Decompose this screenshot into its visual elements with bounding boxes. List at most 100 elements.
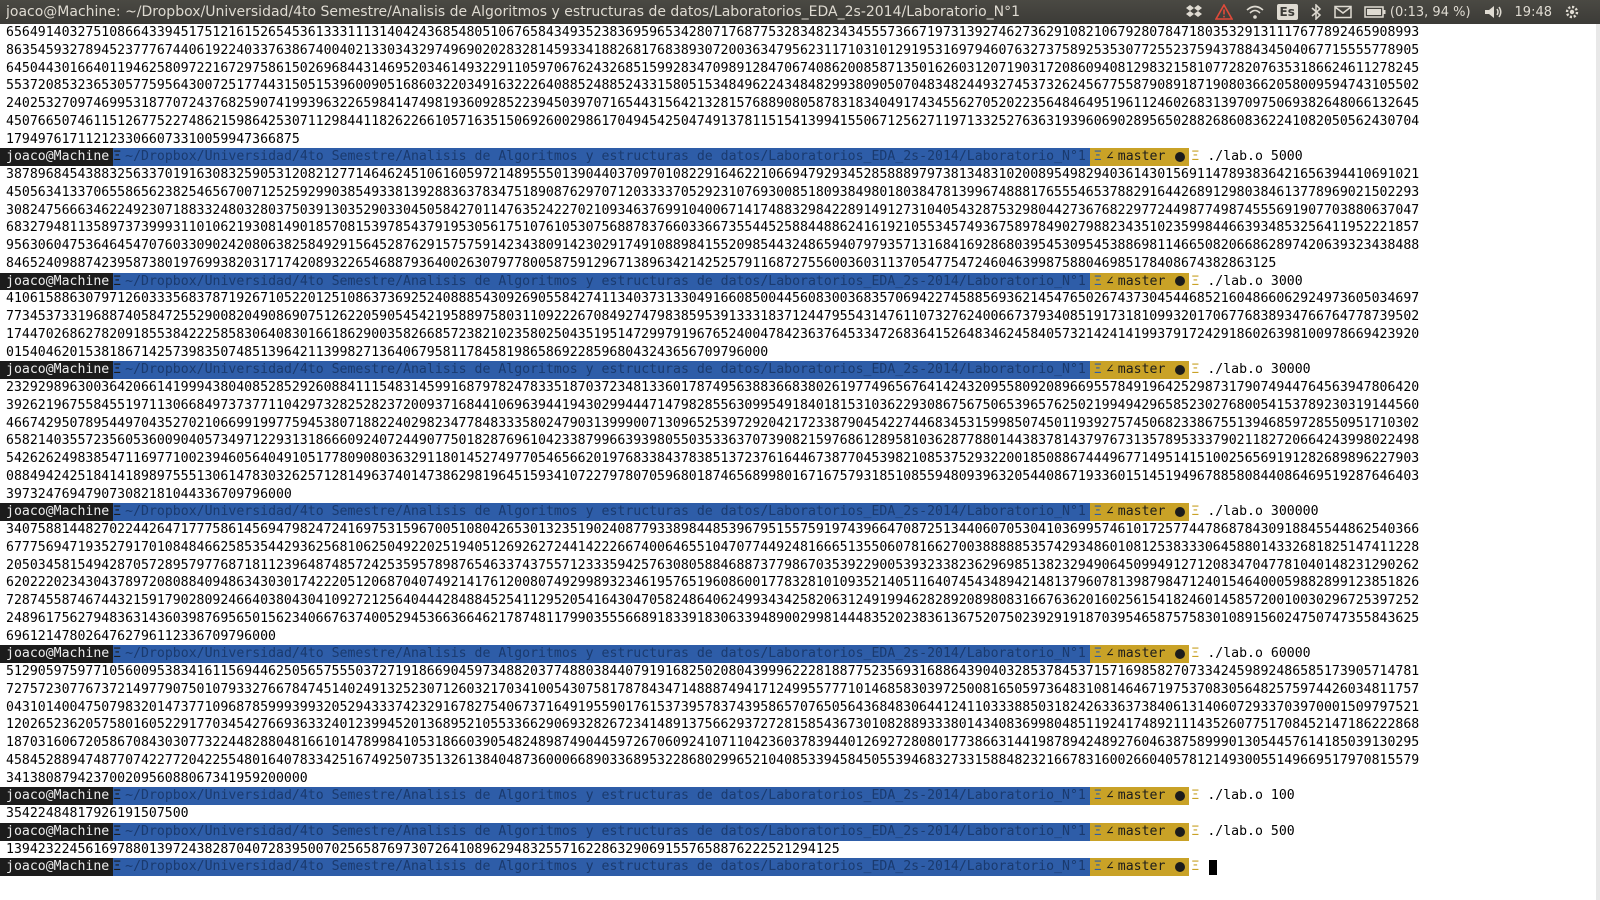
prompt-separator: Ξ — [113, 148, 126, 166]
prompt-separator: Ξ — [113, 787, 126, 805]
output-line: 2489617562794836314360398769565015623406… — [6, 610, 1420, 626]
prompt-path-segment: Ξ ~/Dropbox/Universidad/4to Semestre/Anal… — [113, 272, 1090, 291]
dropbox-icon[interactable] — [1185, 0, 1203, 24]
mail-icon[interactable] — [1334, 0, 1352, 24]
prompt-user: joaco@Machine — [0, 787, 114, 805]
prompt-git-segment: Ξ ∠ master — [1089, 645, 1190, 663]
output-line: 4106158863079712603335683787192671052201… — [6, 291, 1420, 307]
git-status-icon — [1175, 507, 1186, 518]
output-line: 2050345815494287057289579776871811239648… — [6, 557, 1420, 573]
prompt-path: ~/Dropbox/Universidad/4to Semestre/Anali… — [125, 646, 1086, 662]
keyboard-icon[interactable]: Es — [1276, 0, 1298, 24]
output-line: 8465240988742395873801976993820317174208… — [6, 255, 1277, 271]
prompt-git-segment: Ξ ∠ master — [1089, 361, 1190, 379]
indicator-area: Es (0:13, 94 %) 19:48 — [1185, 0, 1600, 24]
branch-icon: ∠ — [1105, 859, 1114, 875]
prompt-separator: Ξ — [113, 858, 126, 876]
branch-icon: ∠ — [1105, 362, 1114, 378]
prompt-git-segment: Ξ ∠ master — [1089, 503, 1190, 521]
output-line: 0154046201538186714257398350748513964211… — [6, 344, 769, 360]
prompt-user: joaco@Machine — [0, 822, 114, 841]
top-panel: joaco@Machine: ~/Dropbox/Universidad/4to… — [0, 0, 1600, 24]
alert-icon[interactable] — [1214, 0, 1233, 24]
prompt-separator: Ξ — [1191, 362, 1200, 378]
prompt-separator: Ξ — [1191, 823, 1200, 839]
prompt-line: joaco@Machine Ξ ~/Dropbox/Universidad/4to … — [0, 361, 1600, 379]
prompt-separator: Ξ — [1093, 823, 1102, 839]
prompt-line: joaco@Machine Ξ ~/Dropbox/Universidad/4to … — [0, 787, 1600, 805]
output-line: 34138087942370020956088067341959200000 — [6, 770, 308, 786]
git-status-icon — [1175, 276, 1186, 287]
output-line: 2402532709746995318770724376825907419939… — [6, 96, 1420, 111]
output-line: 0884942425184141898975551306147830326257… — [6, 468, 1420, 484]
prompt-separator: Ξ — [1191, 273, 1200, 289]
window-title: joaco@Machine: ~/Dropbox/Universidad/4to… — [6, 4, 1021, 20]
prompt-separator: Ξ — [1093, 504, 1102, 520]
branch-icon: ∠ — [1105, 504, 1114, 520]
terminal-cursor — [1209, 859, 1218, 875]
bluetooth-icon[interactable] — [1310, 0, 1322, 24]
prompt-git-segment: Ξ ∠ master — [1089, 272, 1190, 291]
prompt-path-segment: Ξ ~/Dropbox/Universidad/4to Semestre/Anal… — [113, 361, 1090, 379]
prompt-path: ~/Dropbox/Universidad/4to Semestre/Anali… — [125, 823, 1086, 839]
prompt-separator: Ξ — [113, 822, 126, 841]
output-line: 2329298963003642066141999438040852852926… — [6, 380, 1420, 395]
prompt-user: joaco@Machine — [0, 272, 114, 291]
output-line: 5537208532365305775956430072517744315051… — [6, 78, 1420, 94]
wifi-icon[interactable] — [1245, 0, 1265, 24]
prompt-git-segment: Ξ ∠ master — [1089, 822, 1190, 841]
prompt-path: ~/Dropbox/Universidad/4to Semestre/Anali… — [125, 362, 1086, 378]
output-line: 1870316067205867084303077322448288048166… — [6, 735, 1420, 750]
prompt-path-segment: Ξ ~/Dropbox/Universidad/4to Semestre/Anal… — [113, 148, 1090, 166]
terminal-output[interactable]: 6564914032751086643394517512161526545361… — [0, 24, 1600, 900]
prompt-user: joaco@Machine — [0, 645, 114, 663]
volume-icon[interactable] — [1483, 0, 1503, 24]
output-line: 3926219675584551971130668497373771104297… — [6, 397, 1420, 413]
keyboard-layout-label: Es — [1276, 4, 1298, 20]
prompt-path-segment: Ξ ~/Dropbox/Universidad/4to Semestre/Anal… — [113, 645, 1090, 663]
output-line: 3082475666346224923071883324803280375039… — [6, 202, 1420, 218]
output-line: 4505634133706558656238254656700712525929… — [6, 184, 1420, 200]
command-text: ./lab.o 100 — [1207, 788, 1295, 804]
command-text: ./lab.o 3000 — [1207, 273, 1303, 289]
output-line: 6582140355723560536009040573497122931318… — [6, 433, 1420, 449]
command-text: ./lab.o 5000 — [1207, 149, 1303, 165]
battery-indicator[interactable]: (0:13, 94 %) — [1364, 0, 1471, 24]
git-branch: master — [1117, 823, 1166, 839]
command-text: ./lab.o 500 — [1207, 823, 1295, 839]
git-branch: master — [1117, 504, 1166, 520]
output-line: 6564914032751086643394517512161526545361… — [6, 25, 1420, 40]
prompt-path: ~/Dropbox/Universidad/4to Semestre/Anali… — [125, 504, 1086, 520]
prompt-separator: Ξ — [1093, 859, 1102, 875]
prompt-separator: Ξ — [1093, 788, 1102, 804]
prompt-separator: Ξ — [1191, 646, 1200, 662]
prompt-separator: Ξ — [1093, 149, 1102, 165]
prompt-user: joaco@Machine — [0, 148, 114, 166]
git-status-icon — [1175, 649, 1186, 660]
prompt-user: joaco@Machine — [0, 361, 114, 379]
prompt-line: joaco@Machine Ξ ~/Dropbox/Universidad/4to … — [0, 858, 1600, 876]
prompt-line: joaco@Machine Ξ ~/Dropbox/Universidad/4to … — [0, 645, 1600, 663]
git-branch: master — [1117, 273, 1166, 289]
gear-icon[interactable] — [1564, 0, 1580, 24]
prompt-path: ~/Dropbox/Universidad/4to Semestre/Anali… — [125, 788, 1086, 804]
prompt-separator: Ξ — [1191, 504, 1200, 520]
prompt-git-segment: Ξ ∠ master — [1089, 858, 1190, 876]
git-branch: master — [1117, 859, 1166, 875]
output-line: 6777569471935279170108484662585354429362… — [6, 539, 1420, 555]
command-text: ./lab.o 30000 — [1207, 362, 1311, 378]
clock[interactable]: 19:48 — [1515, 0, 1552, 24]
prompt-path-segment: Ξ ~/Dropbox/Universidad/4to Semestre/Anal… — [113, 858, 1090, 876]
prompt-separator: Ξ — [113, 272, 126, 291]
prompt-line: joaco@Machine Ξ ~/Dropbox/Universidad/4to … — [0, 503, 1600, 521]
terminal-scrollbar[interactable] — [1596, 24, 1600, 900]
branch-icon: ∠ — [1105, 273, 1114, 289]
prompt-user: joaco@Machine — [0, 858, 114, 876]
prompt-path: ~/Dropbox/Universidad/4to Semestre/Anali… — [125, 273, 1086, 289]
prompt-separator: Ξ — [1191, 859, 1200, 875]
prompt-git-segment: Ξ ∠ master — [1089, 148, 1190, 166]
branch-icon: ∠ — [1105, 149, 1114, 165]
battery-icon — [1364, 6, 1386, 18]
prompt-path: ~/Dropbox/Universidad/4to Semestre/Anali… — [125, 149, 1086, 165]
output-line: 397324769479073082181044336709796000 — [6, 486, 292, 502]
